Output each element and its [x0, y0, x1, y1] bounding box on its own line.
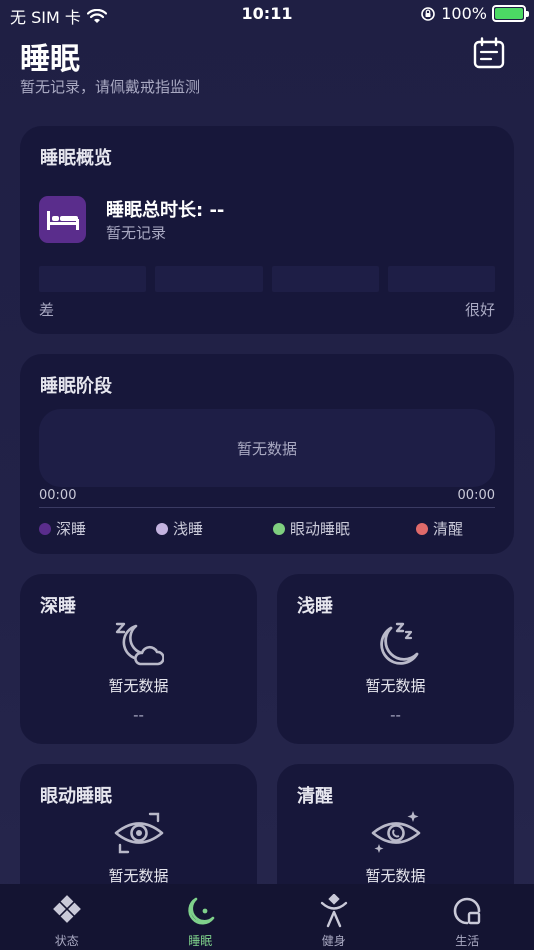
bed-icon-tile: [39, 196, 86, 243]
life-icon: [453, 897, 481, 925]
eye-arrows-icon: [114, 812, 164, 854]
timeline-axis: [39, 507, 495, 508]
total-duration: 睡眠总时长: --: [106, 200, 225, 221]
quality-segment: [271, 266, 379, 292]
awake-title: 清醒: [297, 786, 333, 807]
legend-label: 清醒: [433, 520, 464, 538]
legend-dot: [39, 522, 51, 535]
calendar-icon[interactable]: [472, 36, 506, 70]
legend-light: 浅睡: [156, 518, 203, 539]
tab-label: 健身: [321, 934, 346, 948]
bottom-tab-bar: 状态 睡眠 健身 生活: [0, 884, 534, 950]
battery-percent: 100%: [441, 4, 487, 23]
legend-rem: 眼动睡眠: [273, 518, 350, 539]
bed-icon: [46, 210, 79, 230]
quality-high-label: 很好: [464, 301, 495, 319]
deep-sleep-title: 深睡: [40, 596, 76, 617]
status-right: 100%: [420, 4, 529, 23]
legend-dot: [273, 522, 285, 535]
light-sleep-value: --: [390, 706, 401, 724]
tab-life[interactable]: 生活: [401, 884, 534, 950]
deep-sleep-card[interactable]: 深睡 暂无数据 --: [20, 574, 257, 744]
page-subtitle: 暂无记录，请佩戴戒指监测: [20, 78, 201, 96]
legend-awake: 清醒: [416, 518, 463, 539]
sleep-stages-card[interactable]: 睡眠阶段 暂无数据 00:00 00:00 深睡 浅睡 眼动睡眠 清醒: [20, 354, 514, 554]
rem-sleep-title: 眼动睡眠: [40, 786, 112, 807]
battery-icon: [492, 5, 529, 22]
deep-sleep-nodata: 暂无数据: [108, 677, 169, 695]
sleep-quality-scale: [39, 266, 495, 292]
legend-label: 浅睡: [173, 520, 204, 538]
stages-chart-empty: 暂无数据: [39, 409, 495, 487]
tab-sleep[interactable]: 睡眠: [134, 884, 268, 950]
moon-zzz-icon: [380, 622, 419, 665]
quality-low-label: 差: [39, 301, 55, 319]
status-bar: 无 SIM 卡 10:11 100%: [0, 0, 534, 30]
sleep-moon-icon: [188, 897, 215, 925]
timeline-end: 00:00: [457, 488, 495, 503]
stages-legend: 深睡 浅睡 眼动睡眠 清醒: [39, 518, 495, 538]
tab-label: 生活: [455, 934, 480, 948]
timeline-start: 00:00: [39, 488, 77, 503]
status-icon: [52, 895, 81, 923]
quality-segment: [387, 266, 495, 292]
sleep-overview-card[interactable]: 睡眠概览 睡眠总时长: -- 暂无记录 差 很好: [20, 126, 514, 334]
stages-empty-text: 暂无数据: [236, 439, 297, 458]
overview-title: 睡眠概览: [40, 148, 112, 169]
rem-sleep-nodata: 暂无数据: [108, 867, 169, 885]
awake-nodata: 暂无数据: [365, 867, 426, 885]
fitness-icon: [320, 894, 347, 928]
overview-status: 暂无记录: [106, 224, 167, 242]
tab-status[interactable]: 状态: [0, 884, 134, 950]
legend-dot: [416, 522, 428, 535]
tab-fitness[interactable]: 健身: [267, 884, 401, 950]
eye-sparkle-icon: [371, 811, 421, 853]
light-sleep-card[interactable]: 浅睡 暂无数据 --: [277, 574, 514, 744]
legend-label: 眼动睡眠: [290, 520, 351, 538]
moon-cloud-icon: [115, 622, 164, 666]
page-title: 睡眠: [20, 42, 80, 77]
tab-label: 状态: [54, 934, 79, 948]
legend-dot: [156, 522, 168, 535]
quality-segment: [155, 266, 263, 292]
stages-title: 睡眠阶段: [40, 376, 112, 397]
tab-label: 睡眠: [188, 934, 213, 948]
quality-segment: [39, 266, 147, 292]
light-sleep-nodata: 暂无数据: [365, 677, 426, 695]
sleep-screen: 无 SIM 卡 10:11 100% 睡眠 暂无记录，请佩戴戒指监测 睡眠概览 …: [0, 0, 534, 950]
legend-label: 深睡: [56, 520, 87, 538]
light-sleep-title: 浅睡: [297, 596, 333, 617]
orientation-lock-icon: [421, 6, 436, 21]
deep-sleep-value: --: [133, 706, 144, 724]
legend-deep: 深睡: [39, 518, 86, 539]
